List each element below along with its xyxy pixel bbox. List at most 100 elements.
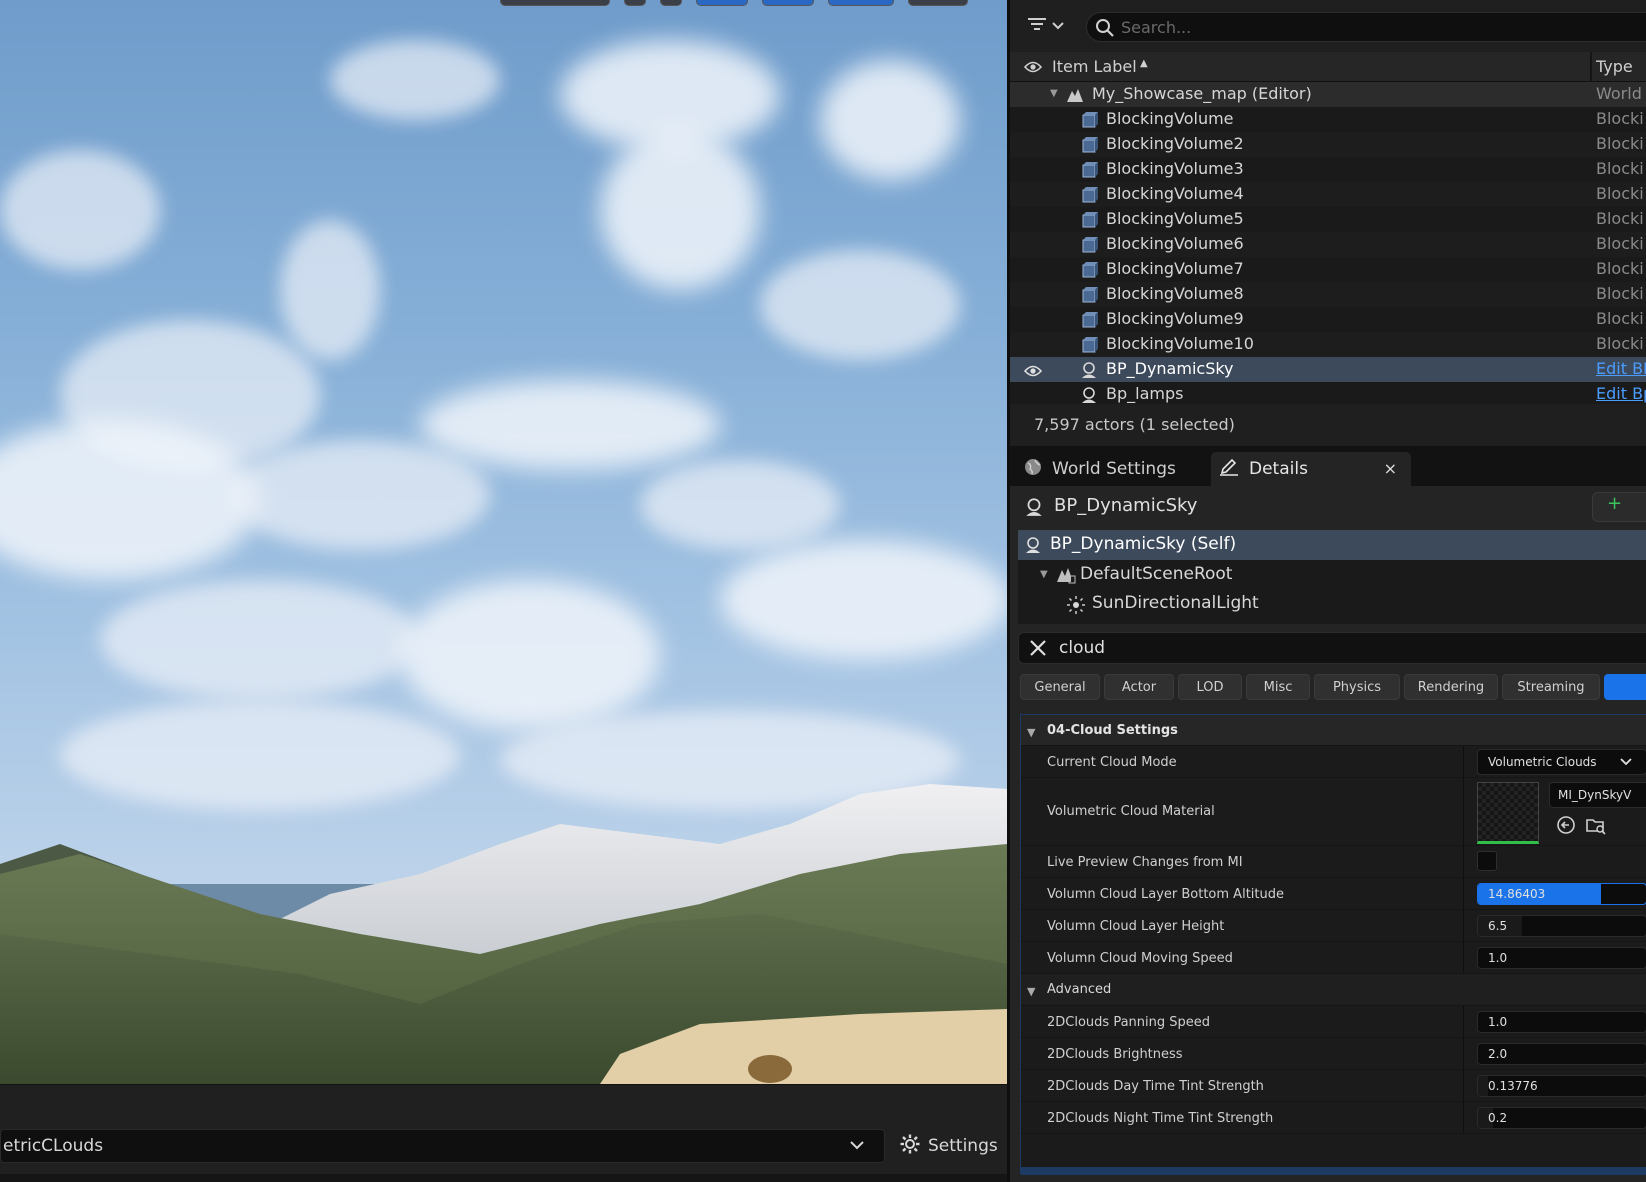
- material-thumbnail[interactable]: [1477, 782, 1539, 844]
- landscape-terrain: [0, 784, 1007, 1084]
- close-icon[interactable]: ×: [1384, 459, 1397, 478]
- level-viewport[interactable]: [0, 0, 1007, 1084]
- asset-name: MI_DynSkyV: [1558, 788, 1632, 802]
- outliner-status: 7,597 actors (1 selected): [1010, 404, 1646, 446]
- panning-speed-input[interactable]: 1.0: [1477, 1011, 1646, 1033]
- brightness-input[interactable]: 2.0: [1477, 1043, 1646, 1065]
- property-row: 2DClouds Panning Speed 1.0: [1021, 1006, 1646, 1038]
- property-row: Volumn Cloud Moving Speed 1.0: [1021, 942, 1646, 974]
- property-row: Volumn Cloud Layer Bottom Altitude 14.86…: [1021, 878, 1646, 910]
- edit-blueprint-link[interactable]: Edit BI: [1596, 359, 1646, 378]
- category-lod[interactable]: LOD: [1178, 674, 1242, 700]
- property-name: 2DClouds Night Time Tint Strength: [1047, 1111, 1274, 1126]
- moving-speed-input[interactable]: 1.0: [1477, 947, 1646, 969]
- viewport-toolbar-button[interactable]: [762, 0, 814, 6]
- number-value: 0.13776: [1488, 1079, 1538, 1093]
- outliner-list: ▼ My_Showcase_map (Editor) World Blockin…: [1010, 82, 1646, 407]
- outliner-row-label: BlockingVolume: [1106, 109, 1234, 128]
- blueprint-actor-icon: [1080, 386, 1098, 404]
- outliner-row[interactable]: BlockingVolume2 Blocki: [1010, 132, 1646, 157]
- blocking-volume-icon: [1080, 161, 1098, 179]
- property-row: 2DClouds Night Time Tint Strength 0.2: [1021, 1102, 1646, 1134]
- category-streaming[interactable]: Streaming: [1502, 674, 1600, 700]
- use-selected-icon[interactable]: [1555, 814, 1577, 836]
- category-rendering[interactable]: Rendering: [1404, 674, 1498, 700]
- add-component-button[interactable]: +: [1592, 492, 1646, 522]
- category-misc[interactable]: Misc: [1246, 674, 1310, 700]
- settings-button[interactable]: Settings: [900, 1129, 998, 1163]
- outliner-row-world[interactable]: ▼ My_Showcase_map (Editor) World: [1010, 82, 1646, 107]
- component-row-self[interactable]: BP_DynamicSky (Self): [1018, 530, 1646, 560]
- column-header-item-label[interactable]: Item Label: [1052, 57, 1137, 76]
- editor-window: etricCLouds Settings Search... Item Labe…: [0, 0, 1646, 1182]
- property-row: Live Preview Changes from MI: [1021, 846, 1646, 878]
- viewport-toolbar-button[interactable]: [696, 0, 748, 6]
- viewport-toolbar-button[interactable]: [624, 0, 646, 6]
- collapse-arrow-icon[interactable]: ▼: [1040, 569, 1048, 580]
- blueprint-actor-icon: [1080, 361, 1098, 379]
- blocking-volume-icon: [1080, 286, 1098, 304]
- eye-icon[interactable]: [1023, 59, 1043, 78]
- outliner-search-input[interactable]: [1121, 16, 1621, 38]
- outliner-row[interactable]: BlockingVolume7 Blocki: [1010, 257, 1646, 282]
- outliner-row-selected[interactable]: BP_DynamicSky Edit BI: [1010, 357, 1646, 382]
- outliner-row[interactable]: BlockingVolume8 Blocki: [1010, 282, 1646, 307]
- component-row[interactable]: ▼ DefaultSceneRoot: [1018, 560, 1646, 590]
- edit-blueprint-link[interactable]: Edit Bp: [1596, 384, 1646, 403]
- material-asset-picker[interactable]: MI_DynSkyV: [1549, 782, 1646, 808]
- close-icon[interactable]: [1029, 639, 1047, 661]
- browse-folder-icon[interactable]: [1585, 814, 1607, 836]
- actor-name[interactable]: BP_DynamicSky: [1054, 495, 1197, 516]
- bottom-altitude-input[interactable]: 14.86403: [1477, 883, 1646, 905]
- outliner-row-label: BlockingVolume3: [1106, 159, 1244, 178]
- details-filter: [1018, 632, 1646, 664]
- day-tint-input[interactable]: 0.13776: [1477, 1075, 1646, 1097]
- viewport-toolbar-button[interactable]: [660, 0, 682, 6]
- category-physics[interactable]: Physics: [1314, 674, 1400, 700]
- night-tint-input[interactable]: 0.2: [1477, 1107, 1646, 1129]
- blocking-volume-icon: [1080, 111, 1098, 129]
- cloud-mode-combo[interactable]: etricCLouds: [0, 1129, 885, 1163]
- outliner-row[interactable]: BlockingVolume5 Blocki: [1010, 207, 1646, 232]
- collapse-arrow-icon[interactable]: ▼: [1050, 88, 1058, 99]
- live-preview-checkbox[interactable]: [1477, 851, 1497, 871]
- outliner-row[interactable]: BlockingVolume9 Blocki: [1010, 307, 1646, 332]
- number-value: 0.2: [1488, 1111, 1508, 1125]
- collapse-arrow-icon: ▼: [1027, 726, 1036, 739]
- directional-light-icon: [1066, 595, 1086, 620]
- category-active[interactable]: [1604, 674, 1646, 700]
- component-row[interactable]: SunDirectionalLight: [1018, 589, 1646, 619]
- column-header-type[interactable]: Type: [1596, 57, 1633, 76]
- viewport-toolbar-button[interactable]: [500, 0, 610, 6]
- blocking-volume-icon: [1080, 311, 1098, 329]
- collapse-arrow-icon: ▼: [1027, 985, 1036, 998]
- viewport-toolbar-button[interactable]: [908, 0, 968, 6]
- outliner-row[interactable]: BlockingVolume6 Blocki: [1010, 232, 1646, 257]
- tab-world-settings[interactable]: World Settings: [1016, 452, 1201, 486]
- number-value: 6.5: [1488, 919, 1508, 933]
- settings-label: Settings: [928, 1136, 998, 1156]
- outliner-row[interactable]: BlockingVolume3 Blocki: [1010, 157, 1646, 182]
- outliner-row[interactable]: BlockingVolume10 Blocki: [1010, 332, 1646, 357]
- outliner-row[interactable]: BlockingVolume Blocki: [1010, 107, 1646, 132]
- eye-icon[interactable]: [1023, 363, 1043, 382]
- outliner-row-label: BlockingVolume10: [1106, 334, 1254, 353]
- category-general[interactable]: General: [1020, 674, 1100, 700]
- outliner-row-type: Blocki: [1596, 234, 1644, 253]
- category-actor[interactable]: Actor: [1104, 674, 1174, 700]
- tab-details[interactable]: Details ×: [1211, 452, 1411, 486]
- layer-height-input[interactable]: 6.5: [1477, 915, 1646, 937]
- outliner-row-label: BP_DynamicSky: [1106, 359, 1234, 378]
- viewport-toolbar-button[interactable]: [828, 0, 894, 6]
- viewport-bottom-bar: etricCLouds Settings: [0, 1084, 1007, 1182]
- section-advanced[interactable]: ▼ Advanced: [1021, 974, 1646, 1006]
- details-search-input[interactable]: [1059, 637, 1619, 659]
- cloud-mode-dropdown[interactable]: Volumetric Clouds: [1477, 749, 1646, 775]
- column-divider[interactable]: [1590, 52, 1592, 82]
- outliner-row-type: Blocki: [1596, 184, 1644, 203]
- section-cloud-settings[interactable]: ▼ 04-Cloud Settings: [1021, 715, 1646, 746]
- filter-button[interactable]: [1028, 14, 1072, 38]
- outliner-row[interactable]: BlockingVolume4 Blocki: [1010, 182, 1646, 207]
- property-name: Volumetric Cloud Material: [1047, 804, 1215, 819]
- number-value: 14.86403: [1488, 887, 1546, 901]
